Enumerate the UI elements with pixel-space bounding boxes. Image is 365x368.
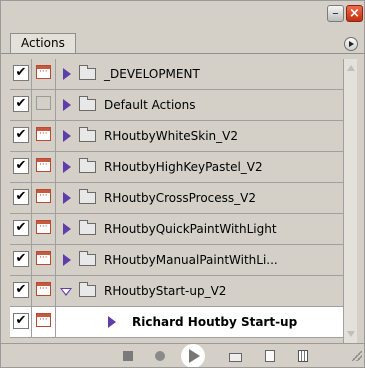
toggle-cell: ✔ bbox=[10, 245, 32, 275]
modal-dialog-icon[interactable] bbox=[36, 220, 51, 234]
action-set-name: RHoutbyStart-up_V2 bbox=[104, 284, 227, 298]
dialog-toggle-cell bbox=[33, 183, 56, 213]
collapsed-triangle-icon[interactable] bbox=[63, 130, 71, 142]
begin-recording-button[interactable] bbox=[152, 348, 168, 364]
dialog-toggle-cell bbox=[33, 152, 56, 182]
minimize-button[interactable]: – bbox=[327, 5, 344, 22]
folder-icon bbox=[79, 65, 96, 80]
toggle-cell: ✔ bbox=[10, 307, 32, 337]
resize-grip[interactable] bbox=[352, 351, 362, 361]
modal-dialog-icon[interactable] bbox=[36, 282, 51, 296]
panel-menu-button[interactable] bbox=[344, 37, 358, 51]
collapsed-triangle-icon[interactable] bbox=[63, 68, 71, 80]
dialog-toggle-cell bbox=[33, 90, 56, 120]
folder-icon bbox=[79, 158, 96, 173]
close-button[interactable]: × bbox=[346, 5, 363, 22]
vertical-scrollbar[interactable] bbox=[343, 59, 357, 343]
create-new-action-button[interactable] bbox=[262, 348, 278, 364]
folder-icon bbox=[79, 220, 96, 235]
action-set-name: RHoutbyHighKeyPastel_V2 bbox=[104, 160, 263, 174]
tab-bar: Actions bbox=[1, 29, 364, 54]
toggle-cell: ✔ bbox=[10, 152, 32, 182]
folder-icon bbox=[79, 189, 96, 204]
action-set-name: RHoutbyManualPaintWithLi... bbox=[104, 253, 278, 267]
title-bar: – × bbox=[1, 1, 364, 29]
toggle-cell: ✔ bbox=[10, 183, 32, 213]
action-row[interactable]: ✔ Richard Houtby Start-up bbox=[10, 307, 343, 338]
modal-dialog-icon[interactable] bbox=[36, 96, 51, 110]
toggle-item-checkbox[interactable]: ✔ bbox=[13, 158, 29, 174]
toggle-item-checkbox[interactable]: ✔ bbox=[13, 127, 29, 143]
toggle-cell: ✔ bbox=[10, 90, 32, 120]
modal-dialog-icon[interactable] bbox=[36, 127, 51, 141]
collapsed-triangle-icon[interactable] bbox=[63, 223, 71, 235]
toggle-cell: ✔ bbox=[10, 121, 32, 151]
modal-dialog-icon[interactable] bbox=[36, 313, 51, 327]
delete-button[interactable] bbox=[295, 348, 311, 364]
stop-recording-button[interactable] bbox=[120, 348, 136, 364]
dialog-toggle-cell bbox=[33, 245, 56, 275]
play-selection-button[interactable] bbox=[181, 344, 205, 367]
collapsed-triangle-icon[interactable] bbox=[63, 254, 71, 266]
action-set-row[interactable]: ✔ RHoutbyManualPaintWithLi... bbox=[10, 245, 343, 276]
modal-dialog-icon[interactable] bbox=[36, 189, 51, 203]
modal-dialog-icon[interactable] bbox=[36, 65, 51, 79]
dialog-toggle-cell bbox=[33, 307, 56, 337]
toggle-item-checkbox[interactable]: ✔ bbox=[13, 251, 29, 267]
action-set-name: Default Actions bbox=[104, 98, 196, 112]
dialog-toggle-cell bbox=[33, 276, 56, 306]
action-set-row[interactable]: ✔ RHoutbyWhiteSkin_V2 bbox=[10, 121, 343, 152]
toggle-cell: ✔ bbox=[10, 59, 32, 89]
scroll-down-icon[interactable] bbox=[345, 328, 357, 340]
action-name: Richard Houtby Start-up bbox=[132, 315, 298, 329]
toggle-item-checkbox[interactable]: ✔ bbox=[13, 220, 29, 236]
dialog-toggle-cell bbox=[33, 121, 56, 151]
action-set-name: RHoutbyWhiteSkin_V2 bbox=[104, 129, 238, 143]
collapsed-triangle-icon[interactable] bbox=[63, 161, 71, 173]
actions-list: ✔ _DEVELOPMENT ✔ Default Actions ✔ RHoutbyWhi… bbox=[10, 59, 343, 343]
toggle-cell: ✔ bbox=[10, 276, 32, 306]
modal-dialog-icon[interactable] bbox=[36, 251, 51, 265]
scroll-up-icon[interactable] bbox=[345, 62, 357, 74]
actions-panel-window: – × Actions ✔ _DEVELOPMENT ✔ Default Action… bbox=[0, 0, 365, 368]
action-set-row[interactable]: ✔ RHoutbyQuickPaintWithLight bbox=[10, 214, 343, 245]
toggle-item-checkbox[interactable]: ✔ bbox=[13, 65, 29, 81]
toggle-item-checkbox[interactable]: ✔ bbox=[13, 313, 29, 329]
collapsed-triangle-icon[interactable] bbox=[108, 316, 116, 328]
action-set-row[interactable]: ✔ RHoutbyCrossProcess_V2 bbox=[10, 183, 343, 214]
action-set-name: RHoutbyCrossProcess_V2 bbox=[104, 191, 256, 205]
toggle-item-checkbox[interactable]: ✔ bbox=[13, 282, 29, 298]
expanded-triangle-icon[interactable] bbox=[60, 288, 72, 296]
action-set-name: RHoutbyQuickPaintWithLight bbox=[104, 222, 277, 236]
action-set-name: _DEVELOPMENT bbox=[104, 67, 200, 81]
modal-dialog-icon[interactable] bbox=[36, 158, 51, 172]
folder-icon bbox=[79, 127, 96, 142]
collapsed-triangle-icon[interactable] bbox=[63, 99, 71, 111]
folder-icon bbox=[79, 282, 96, 297]
dialog-toggle-cell bbox=[33, 214, 56, 244]
tab-actions[interactable]: Actions bbox=[10, 33, 76, 53]
action-set-row[interactable]: ✔ RHoutbyStart-up_V2 bbox=[10, 276, 343, 307]
folder-icon bbox=[79, 251, 96, 266]
toggle-cell: ✔ bbox=[10, 214, 32, 244]
collapsed-triangle-icon[interactable] bbox=[63, 192, 71, 204]
folder-icon bbox=[79, 96, 96, 111]
toggle-item-checkbox[interactable]: ✔ bbox=[13, 96, 29, 112]
action-set-row[interactable]: ✔ _DEVELOPMENT bbox=[10, 59, 343, 90]
action-set-row[interactable]: ✔ RHoutbyHighKeyPastel_V2 bbox=[10, 152, 343, 183]
dialog-toggle-cell bbox=[33, 59, 56, 89]
create-new-set-button[interactable] bbox=[228, 348, 244, 364]
action-set-row[interactable]: ✔ Default Actions bbox=[10, 90, 343, 121]
toggle-item-checkbox[interactable]: ✔ bbox=[13, 189, 29, 205]
actions-toolbar bbox=[1, 343, 364, 367]
